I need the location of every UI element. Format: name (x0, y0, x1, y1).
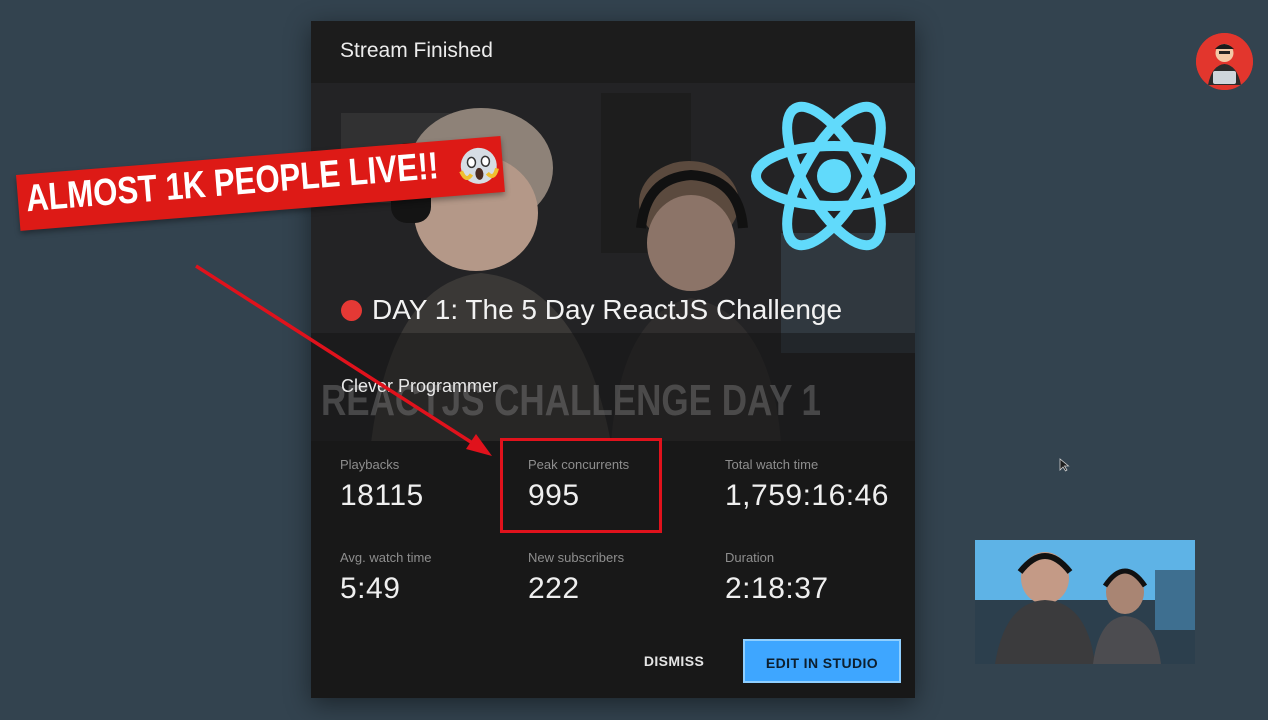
stat-value: 1,759:16:46 (725, 479, 889, 512)
stat-value: 18115 (340, 479, 424, 512)
stat-label: New subscribers (528, 550, 625, 565)
edit-in-studio-button[interactable]: EDIT IN STUDIO (743, 639, 901, 683)
stat-label: Total watch time (725, 457, 819, 472)
dialog-header: Stream Finished (311, 21, 915, 83)
channel-name[interactable]: Clever Programmer (341, 376, 498, 397)
dialog-title: Stream Finished (340, 39, 493, 62)
stat-avg-watch-time: Avg. watch time 5:49 (340, 550, 432, 606)
stat-value: 2:18:37 (725, 572, 829, 605)
recording-dot-icon (341, 300, 362, 321)
webcam-scene (975, 540, 1195, 664)
stat-new-subscribers: New subscribers 222 (528, 550, 624, 606)
stat-label: Avg. watch time (340, 550, 432, 565)
video-title[interactable]: DAY 1: The 5 Day ReactJS Challenge | You… (341, 291, 841, 329)
stat-label: Playbacks (340, 457, 400, 472)
react-logo-icon (751, 101, 915, 251)
video-thumbnail[interactable]: REACTJS CHALLENGE DAY 1 DAY 1: The 5 Day… (311, 83, 915, 441)
annotation-highlight-box (500, 438, 662, 533)
stream-finished-dialog: Stream Finished REACTJS CHALLENGE DAY 1 … (311, 21, 915, 698)
avatar-illustration (1196, 33, 1253, 90)
mouse-cursor-icon (1059, 458, 1070, 472)
stat-playbacks: Playbacks 18115 (340, 457, 424, 513)
stat-duration: Duration 2:18:37 (725, 550, 829, 606)
scream-emoji-icon (459, 147, 499, 184)
webcam-overlay (975, 540, 1195, 664)
stat-total-watch-time: Total watch time 1,759:16:46 (725, 457, 889, 513)
dismiss-button[interactable]: DISMISS (629, 641, 719, 681)
stat-value: 5:49 (340, 572, 401, 605)
channel-avatar[interactable] (1196, 33, 1253, 90)
video-title-text: DAY 1: The 5 Day ReactJS Challenge | You… (372, 294, 841, 325)
stat-label: Duration (725, 550, 775, 565)
stat-value: 222 (528, 572, 580, 605)
